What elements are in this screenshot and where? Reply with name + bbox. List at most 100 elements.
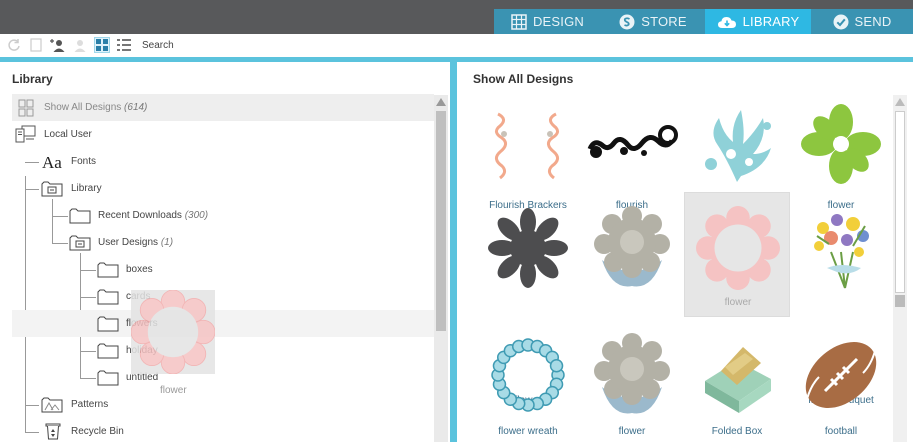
tab-library[interactable]: LIBRARY xyxy=(705,9,811,34)
folder-icon xyxy=(97,262,119,278)
trash-icon xyxy=(45,423,61,440)
panel-divider[interactable] xyxy=(450,57,457,442)
design-thumbnail xyxy=(478,198,578,298)
design-name: flower xyxy=(724,297,752,308)
football-icon xyxy=(805,342,877,408)
tree-item-untitled[interactable]: untitled xyxy=(12,364,434,391)
tab-send[interactable]: SEND xyxy=(811,9,913,34)
folder-icon xyxy=(97,316,119,332)
design-card[interactable]: flower wreath xyxy=(475,319,581,444)
scrollbar-thumb[interactable] xyxy=(895,295,905,307)
search-button[interactable]: Search xyxy=(142,40,174,51)
tree-item-label: Local User xyxy=(44,129,92,140)
designs-panel: Show All Designs Flourish Brackers flour… xyxy=(457,62,913,442)
add-user-icon[interactable] xyxy=(50,37,66,53)
tree-item-recent-downloads[interactable]: Recent Downloads (300) xyxy=(12,202,434,229)
flourish-black-icon xyxy=(587,125,678,158)
flourish-teal-icon xyxy=(705,110,771,182)
tree-item-recycle-bin[interactable]: Recycle Bin xyxy=(12,418,434,442)
tab-store[interactable]: STORE xyxy=(601,9,705,34)
fonts-icon: Aa xyxy=(42,153,62,172)
scroll-up-arrow-icon[interactable] xyxy=(895,98,905,106)
tree-item-fonts[interactable]: Aa Fonts xyxy=(12,148,434,175)
tree-item-flowers[interactable]: flowers xyxy=(12,310,434,337)
folded-box-icon xyxy=(705,347,771,413)
tree-item-label: Library xyxy=(71,183,102,194)
top-nav-bar: DESIGN STORE LIBRARY SEND xyxy=(0,0,913,34)
flower-green-icon xyxy=(801,104,881,184)
folder-collapse-icon xyxy=(69,235,91,251)
tree-item-text: Recent Downloads xyxy=(98,210,182,221)
tab-design[interactable]: DESIGN xyxy=(494,9,601,34)
computer-icon xyxy=(15,125,36,143)
design-card[interactable]: Folded Box xyxy=(684,319,790,444)
tree-item-label: Fonts xyxy=(71,156,97,167)
flower-dark-icon xyxy=(488,208,568,288)
refresh-icon[interactable] xyxy=(6,37,22,53)
pattern-folder-icon xyxy=(41,397,63,413)
designs-grid: Flourish Brackers flourish flourish xyxy=(475,94,893,442)
tree-item-show-all-designs[interactable]: Show All Designs (614) xyxy=(12,94,434,121)
tree-item-user-designs[interactable]: User Designs (1) xyxy=(12,229,434,256)
item-count: (300) xyxy=(184,210,209,221)
library-toolbar: Search xyxy=(0,34,913,56)
store-s-icon xyxy=(619,14,635,29)
tree-item-library[interactable]: Library xyxy=(12,175,434,202)
design-thumbnail xyxy=(582,94,682,194)
grid-view-icon[interactable] xyxy=(94,37,110,53)
design-thumbnail xyxy=(478,325,578,425)
item-count: (1) xyxy=(160,237,174,248)
all-designs-icon xyxy=(18,99,34,117)
design-thumbnail xyxy=(791,94,891,194)
design-card[interactable]: flower bouquet xyxy=(788,192,894,406)
tree-item-patterns[interactable]: Patterns xyxy=(12,391,434,418)
folder-icon xyxy=(69,208,91,224)
flower-pink-outline-icon xyxy=(696,206,780,290)
design-card[interactable]: flower xyxy=(579,319,685,444)
wreath-blossom xyxy=(549,358,564,373)
design-thumbnail xyxy=(582,325,682,425)
design-card[interactable]: flower xyxy=(579,192,685,406)
design-name: flower wreath xyxy=(498,426,558,437)
design-card[interactable]: football xyxy=(788,319,894,444)
list-view-icon[interactable] xyxy=(116,37,132,53)
tab-send-label: SEND xyxy=(854,14,892,29)
folder-icon xyxy=(97,289,119,305)
design-thumbnail xyxy=(687,325,787,425)
tree-item-label: Show All Designs (614) xyxy=(44,102,147,113)
library-scrollbar[interactable] xyxy=(434,95,448,442)
new-folder-icon[interactable] xyxy=(28,37,44,53)
design-thumbnail xyxy=(791,198,891,298)
folder-icon xyxy=(97,370,119,386)
design-thumbnail xyxy=(478,94,578,194)
design-thumbnail xyxy=(582,198,682,298)
drag-ghost-label: flower xyxy=(160,385,187,396)
design-card-selected[interactable]: flower xyxy=(684,192,790,317)
flower-pink-outline-icon xyxy=(130,289,216,375)
folder-collapse-icon xyxy=(41,181,63,197)
tree-item-local-user[interactable]: Local User xyxy=(12,121,434,148)
bouquet-icon xyxy=(814,214,869,289)
scroll-up-arrow-icon[interactable] xyxy=(436,98,446,106)
drag-ghost-thumbnail xyxy=(130,289,216,375)
cloud-icon xyxy=(717,16,736,28)
tree-item-cards[interactable]: cards xyxy=(12,283,434,310)
scrollbar-track-area[interactable] xyxy=(895,111,905,293)
design-name: flower xyxy=(618,426,646,437)
remove-user-icon[interactable] xyxy=(72,37,88,53)
flower-layered-icon xyxy=(594,333,670,414)
grid-icon xyxy=(511,13,527,30)
item-count: (614) xyxy=(124,102,148,113)
library-panel-title: Library xyxy=(12,72,53,86)
tab-store-label: STORE xyxy=(641,14,687,29)
design-name: Folded Box xyxy=(711,426,763,437)
tree-item-label: Recycle Bin xyxy=(71,426,124,437)
scrollbar-thumb[interactable] xyxy=(436,111,446,331)
library-tree: Show All Designs (614) Local User Aa Fon… xyxy=(12,94,434,442)
tree-item-text: Show All Designs xyxy=(44,102,122,113)
tree-item-holiday[interactable]: holiday xyxy=(12,337,434,364)
tree-item-boxes[interactable]: boxes xyxy=(12,256,434,283)
design-thumbnail xyxy=(687,94,787,194)
design-card[interactable]: flower xyxy=(475,192,581,406)
designs-scrollbar[interactable] xyxy=(893,95,907,442)
